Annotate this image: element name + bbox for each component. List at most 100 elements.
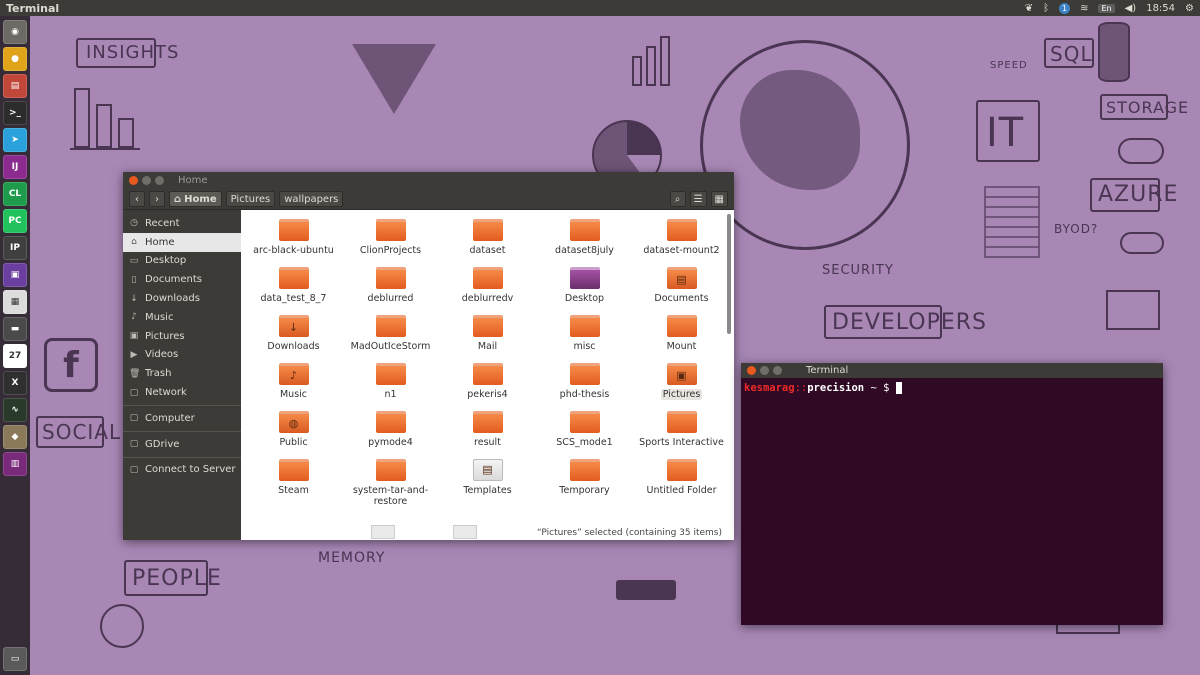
sidebar-item-connect-to-server[interactable]: ▢ Connect to Server (123, 461, 241, 480)
maximize-icon[interactable] (155, 176, 164, 185)
partial-file-icon[interactable] (371, 525, 395, 539)
file-item[interactable]: phd-thesis (536, 363, 633, 411)
keyboard-layout-indicator[interactable]: En (1098, 3, 1115, 13)
file-item[interactable]: ↓ Downloads (245, 315, 342, 363)
file-manager-titlebar[interactable]: Home (123, 172, 734, 189)
bluetooth-icon[interactable]: ᛒ (1043, 3, 1049, 14)
file-item[interactable]: Untitled Folder (633, 459, 730, 507)
files-icon[interactable]: ▤ (3, 74, 27, 98)
dash-icon[interactable]: ◉ (3, 20, 27, 44)
sidebar-item-desktop[interactable]: ▭ Desktop (123, 252, 241, 271)
volume-icon[interactable]: ◀) (1125, 3, 1137, 14)
file-item[interactable]: dataset-mount2 (633, 219, 730, 267)
forward-button[interactable]: › (149, 191, 165, 207)
file-item[interactable]: dataset8july (536, 219, 633, 267)
chrome-icon[interactable]: ● (3, 47, 27, 71)
file-item[interactable]: Mount (633, 315, 730, 363)
file-item[interactable]: Temporary (536, 459, 633, 507)
file-item[interactable]: Steam (245, 459, 342, 507)
breadcrumb-pictures[interactable]: Pictures (225, 191, 276, 207)
terminal-body[interactable]: kesmarag::precision ~ $ (741, 378, 1163, 398)
workspace-switcher-icon[interactable]: ▥ (3, 452, 27, 476)
x-app-icon[interactable]: X (3, 371, 27, 395)
file-item[interactable]: ▤ Documents (633, 267, 730, 315)
minimize-icon[interactable] (142, 176, 151, 185)
file-item[interactable]: misc (536, 315, 633, 363)
document-icon[interactable]: ▦ (3, 290, 27, 314)
power-gear-icon[interactable]: ⚙ (1185, 3, 1194, 14)
clion-icon[interactable]: CL (3, 182, 27, 206)
building-illustration (984, 186, 1040, 258)
file-item[interactable]: SCS_mode1 (536, 411, 633, 459)
maximize-icon[interactable] (773, 366, 782, 375)
search-icon[interactable]: ⌕ (669, 191, 686, 207)
terminal-window[interactable]: Terminal kesmarag::precision ~ $ (741, 363, 1163, 625)
sidebar-item-pictures[interactable]: ▣ Pictures (123, 327, 241, 346)
file-item[interactable]: arc-black-ubuntu (245, 219, 342, 267)
file-item[interactable]: pymode4 (342, 411, 439, 459)
scrollbar[interactable] (727, 214, 731, 334)
trash-icon[interactable]: ▭ (3, 647, 27, 671)
folder-icon (375, 315, 406, 337)
breadcrumb-wallpapers[interactable]: wallpapers (279, 191, 344, 207)
wifi-icon[interactable]: ≋ (1080, 3, 1088, 14)
sidebar-item-downloads[interactable]: ↓ Downloads (123, 289, 241, 308)
file-item[interactable]: dataset (439, 219, 536, 267)
sidebar-item-recent[interactable]: ◷ Recent (123, 214, 241, 233)
minimize-icon[interactable] (760, 366, 769, 375)
file-item[interactable]: Sports Interactive (633, 411, 730, 459)
file-item[interactable]: pekeris4 (439, 363, 536, 411)
file-item[interactable]: result (439, 411, 536, 459)
music-folder-icon: ♪ (278, 363, 309, 385)
breadcrumb-home[interactable]: ⌂ Home (169, 191, 222, 207)
close-icon[interactable] (747, 366, 756, 375)
sidebar-separator (123, 404, 241, 406)
sidebar-item-computer[interactable]: ▢ Computer (123, 409, 241, 428)
sidebar-item-music[interactable]: ♪ Music (123, 308, 241, 327)
file-item[interactable]: data_test_8_7 (245, 267, 342, 315)
pycharm-icon[interactable]: PC (3, 209, 27, 233)
sidebar-item-documents[interactable]: ▯ Documents (123, 270, 241, 289)
file-item[interactable]: ♪ Music (245, 363, 342, 411)
leaf-icon[interactable]: ❦ (1025, 3, 1033, 14)
file-item[interactable]: Desktop (536, 267, 633, 315)
file-item[interactable]: n1 (342, 363, 439, 411)
sidebar-item-network[interactable]: ▢ Network (123, 383, 241, 402)
sidebar-item-label: Pictures (145, 330, 185, 342)
ipython-icon[interactable]: IP (3, 236, 27, 260)
system-monitor-icon[interactable]: ∿ (3, 398, 27, 422)
file-item[interactable]: ◍ Public (245, 411, 342, 459)
file-item[interactable]: system-tar-and-restore (342, 459, 439, 507)
grid-view-icon[interactable]: ▦ (710, 191, 728, 207)
gimp-icon[interactable]: ◆ (3, 425, 27, 449)
terminal-icon[interactable]: >_ (3, 101, 27, 125)
sidebar-item-trash[interactable]: 🗑 Trash (123, 364, 241, 383)
calendar-icon[interactable]: 27 (3, 344, 27, 368)
sidebar-item-gdrive[interactable]: ▢ GDrive (123, 435, 241, 454)
sidebar-item-home[interactable]: ⌂ Home (123, 232, 241, 252)
sidebar-item-videos[interactable]: ▶ Videos (123, 346, 241, 365)
file-item[interactable]: deblurred (342, 267, 439, 315)
intellij-icon[interactable]: IJ (3, 155, 27, 179)
drive-icon: ▢ (129, 439, 139, 450)
terminal-titlebar[interactable]: Terminal (741, 363, 1163, 378)
storage-icon[interactable]: ▬ (3, 317, 27, 341)
telegram-icon[interactable]: ➤ (3, 128, 27, 152)
folder-icon (472, 315, 503, 337)
file-item[interactable]: deblurredv (439, 267, 536, 315)
bar-chart-illustration (630, 34, 686, 86)
file-item[interactable]: Mail (439, 315, 536, 363)
close-icon[interactable] (129, 176, 138, 185)
back-button[interactable]: ‹ (129, 191, 145, 207)
notification-badge[interactable]: 1 (1059, 2, 1071, 14)
image-viewer-icon[interactable]: ▣ (3, 263, 27, 287)
file-item[interactable]: ClionProjects (342, 219, 439, 267)
list-view-icon[interactable]: ☰ (689, 191, 707, 207)
clock[interactable]: 18:54 (1146, 3, 1175, 14)
file-item[interactable]: ▤ Templates (439, 459, 536, 507)
documents-icon: ▯ (131, 274, 137, 285)
file-item[interactable]: ▣ Pictures (633, 363, 730, 411)
partial-file-icon[interactable] (453, 525, 477, 539)
file-item[interactable]: MadOutIceStorm (342, 315, 439, 363)
folder-icon (472, 219, 503, 241)
